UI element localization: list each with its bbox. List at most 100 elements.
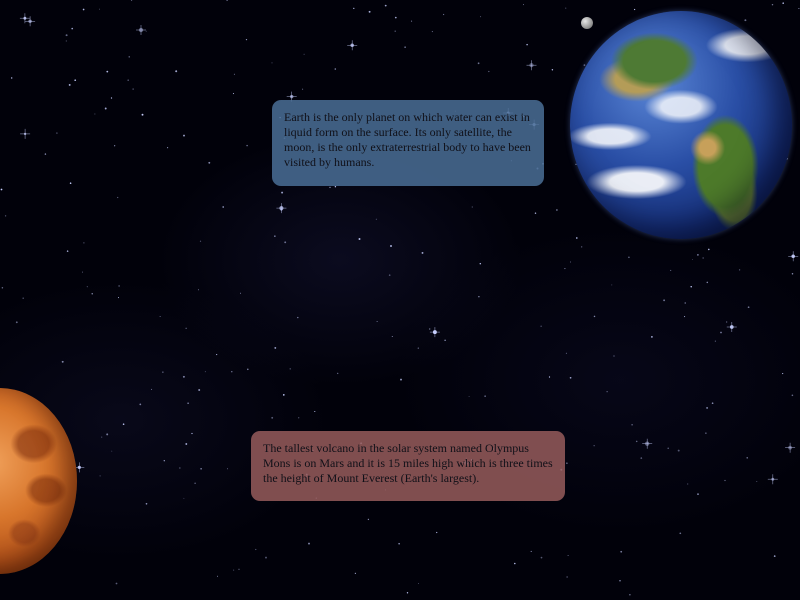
star [308, 542, 310, 545]
star [117, 196, 119, 199]
star [534, 212, 537, 214]
star [477, 62, 480, 65]
star [99, 475, 101, 477]
star [145, 30, 147, 32]
star [271, 416, 274, 419]
star-sparkle [25, 16, 36, 27]
star-sparkle [20, 128, 31, 139]
star-sparkle [788, 251, 799, 262]
star [216, 575, 219, 577]
star [569, 376, 572, 379]
star [65, 34, 68, 37]
star [697, 254, 699, 256]
star [11, 77, 13, 79]
star [194, 482, 196, 484]
star [593, 445, 595, 447]
star [791, 394, 794, 397]
star [394, 30, 396, 32]
star [334, 68, 337, 70]
star [111, 450, 113, 452]
star [222, 206, 225, 208]
star [724, 479, 726, 482]
star [514, 562, 516, 565]
star [115, 582, 118, 585]
star-sparkle [726, 322, 737, 332]
star [162, 371, 164, 373]
star [633, 8, 636, 11]
star [566, 576, 568, 578]
star [581, 246, 583, 248]
star [141, 113, 144, 116]
star [274, 346, 277, 349]
star [613, 355, 615, 357]
star [238, 568, 240, 570]
star [390, 245, 392, 247]
star [329, 186, 331, 189]
star [697, 493, 699, 495]
star [61, 360, 64, 363]
mars-fact-box: The tallest volcano in the solar system … [251, 431, 565, 501]
star [284, 241, 287, 244]
star [353, 7, 355, 10]
star [705, 432, 707, 434]
star [110, 97, 113, 99]
star [101, 436, 103, 438]
star [145, 502, 148, 505]
star [68, 83, 71, 86]
star [22, 297, 24, 299]
star [468, 396, 470, 398]
star-sparkle [19, 13, 30, 24]
star [726, 321, 728, 323]
star [530, 550, 532, 552]
star [400, 378, 402, 381]
star [204, 371, 206, 373]
star [684, 316, 686, 318]
star [628, 256, 630, 259]
star [175, 70, 178, 73]
star [744, 19, 747, 22]
star [391, 335, 393, 338]
star [66, 250, 69, 252]
star [127, 79, 129, 81]
star [640, 457, 643, 459]
star [1, 286, 4, 289]
star [91, 293, 93, 295]
star [139, 403, 142, 406]
star [163, 460, 165, 462]
star [198, 389, 201, 391]
star [159, 316, 161, 318]
mars-fact-text: The tallest volcano in the solar system … [263, 441, 553, 485]
star [99, 8, 100, 10]
star [314, 410, 316, 413]
earth-fact-box: Earth is the only planet on which water … [272, 100, 544, 186]
star [0, 188, 3, 191]
star [114, 145, 116, 147]
star [183, 497, 185, 499]
star [540, 556, 543, 559]
star-sparkle [136, 25, 146, 35]
star [522, 4, 525, 6]
star [15, 321, 18, 324]
star [71, 27, 74, 30]
star [651, 336, 653, 338]
earth-planet[interactable] [570, 11, 792, 239]
star [417, 347, 419, 349]
star [231, 371, 233, 373]
star [442, 13, 445, 16]
star [782, 373, 784, 375]
star [444, 339, 446, 341]
star [548, 376, 551, 378]
star-sparkle [767, 474, 778, 485]
star [711, 402, 714, 405]
star [334, 186, 337, 188]
star [773, 555, 776, 557]
star [182, 375, 185, 378]
star [376, 320, 378, 322]
star [611, 284, 613, 286]
star [771, 3, 774, 6]
star [707, 248, 710, 251]
star [289, 368, 291, 370]
star [565, 7, 567, 9]
star [216, 354, 218, 356]
star [551, 69, 554, 71]
